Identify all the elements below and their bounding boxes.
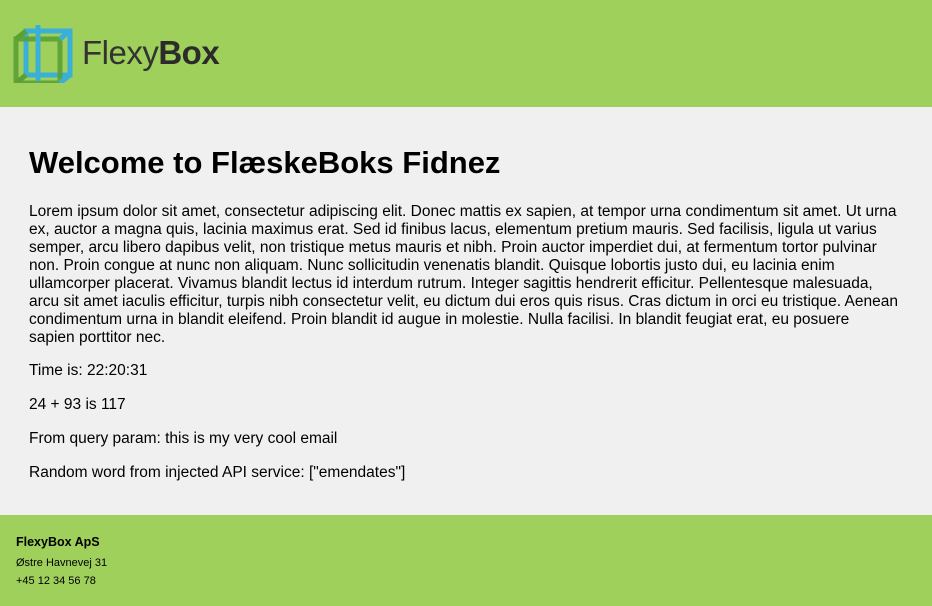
cube-logo-icon <box>12 21 74 83</box>
footer-phone: +45 12 34 56 78 <box>16 575 96 587</box>
query-param-text: From query param: this is my very cool e… <box>29 430 338 447</box>
logo-wordmark: FlexyBox <box>82 33 220 71</box>
random-word-text: Random word from injected API service: [… <box>29 464 406 481</box>
site-header: FlexyBox <box>0 0 932 107</box>
sum-text: 24 + 93 is 117 <box>29 396 126 413</box>
time-text: Time is: 22:20:31 <box>29 362 148 379</box>
logo-text-bold: Box <box>158 33 220 71</box>
footer-company-name: FlexyBox ApS <box>16 535 100 549</box>
site-footer: FlexyBox ApS Østre Havnevej 31 +45 12 34… <box>0 515 932 606</box>
footer-address: Østre Havnevej 31 <box>16 557 108 569</box>
logo-text-light: Flexy <box>82 33 159 71</box>
flexybox-logo[interactable]: FlexyBox <box>12 20 220 84</box>
main-content: Welcome to FlæskeBoks Fidnez Lorem ipsum… <box>0 107 932 515</box>
page-title: Welcome to FlæskeBoks Fidnez <box>29 145 501 180</box>
lorem-paragraph: Lorem ipsum dolor sit amet, consectetur … <box>29 203 898 346</box>
